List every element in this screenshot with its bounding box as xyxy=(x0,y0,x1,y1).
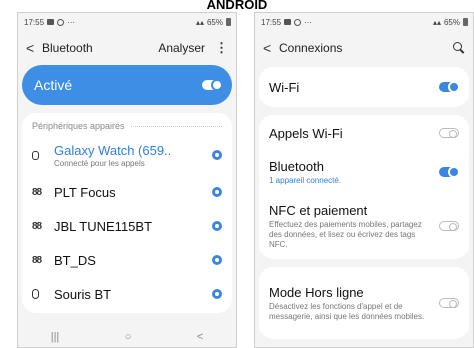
master-switch-label: Activé xyxy=(34,77,73,93)
device-row-plt-focus[interactable]: 88 PLT Focus xyxy=(22,175,232,209)
wifi-toggle[interactable] xyxy=(439,81,460,93)
earbuds-icon: 88 xyxy=(32,220,42,232)
search-icon[interactable] xyxy=(453,42,465,54)
battery-icon xyxy=(226,18,231,26)
more-notifications-icon: ··· xyxy=(304,17,313,27)
banner-title: ANDROID xyxy=(206,0,268,12)
battery-percent: 65% xyxy=(443,17,460,27)
section-header: Périphériques appairés xyxy=(22,113,232,135)
setting-description: Effectuez des paiements mobiles, partage… xyxy=(269,219,422,249)
app-bar: < Bluetooth Analyser ⋮ xyxy=(18,31,236,65)
setting-name: NFC et paiement xyxy=(269,202,368,218)
device-settings-gear-icon[interactable] xyxy=(212,221,222,231)
device-name: JBL TUNE115BT xyxy=(54,218,153,234)
setting-row-wifi[interactable]: Wi-Fi xyxy=(259,67,469,107)
section-label: Périphériques appairés xyxy=(32,121,125,131)
device-name: Galaxy Watch (659.. xyxy=(54,142,172,158)
device-settings-gear-icon[interactable] xyxy=(212,255,222,265)
device-row-bt-ds[interactable]: 88 BT_DS xyxy=(22,243,232,277)
connections-screen: 17:55 ··· ▴▴ 65% < Connexions Wi-Fi Appe… xyxy=(254,12,474,348)
watch-icon xyxy=(32,150,39,160)
setting-row-wifi-calling[interactable]: Appels Wi-Fi xyxy=(259,115,469,151)
divider xyxy=(130,125,222,127)
setting-name: Appels Wi-Fi xyxy=(269,125,343,141)
message-icon xyxy=(284,19,292,25)
device-name: BT_DS xyxy=(54,252,96,268)
scan-button[interactable]: Analyser xyxy=(158,41,205,55)
device-name: PLT Focus xyxy=(54,184,116,200)
status-time: 17:55 xyxy=(24,17,45,27)
page-title: Connexions xyxy=(279,41,343,55)
device-row-souris-bt[interactable]: Souris BT xyxy=(22,277,232,311)
message-icon xyxy=(47,19,55,25)
signal-icon: ▴▴ xyxy=(195,17,204,27)
sync-icon xyxy=(294,18,302,26)
device-status: Connecté pour les appels xyxy=(54,158,145,168)
battery-icon xyxy=(463,18,468,26)
status-time: 17:55 xyxy=(261,17,282,27)
connections-card-1: Wi-Fi xyxy=(259,67,469,107)
setting-row-airplane-mode[interactable]: Mode Hors ligne Désactivez les fonctions… xyxy=(259,267,469,339)
battery-percent: 65% xyxy=(206,17,223,27)
airplane-mode-toggle[interactable] xyxy=(439,298,459,308)
setting-name: Mode Hors ligne xyxy=(269,284,364,300)
earbuds-icon: 88 xyxy=(32,186,42,198)
status-bar: 17:55 ··· ▴▴ 65% xyxy=(18,13,236,31)
bluetooth-screen: 17:55 ··· ▴▴ 65% < Bluetooth Analyser ⋮ … xyxy=(17,12,237,348)
connections-card-3: Mode Hors ligne Désactivez les fonctions… xyxy=(259,267,469,339)
sync-icon xyxy=(57,18,65,26)
device-settings-gear-icon[interactable] xyxy=(212,150,222,160)
status-bar: 17:55 ··· ▴▴ 65% xyxy=(255,13,473,31)
wifi-calling-toggle[interactable] xyxy=(439,128,459,138)
app-bar: < Connexions xyxy=(255,31,473,65)
device-row-jbl[interactable]: 88 JBL TUNE115BT xyxy=(22,209,232,243)
recent-apps-icon[interactable]: ||| xyxy=(51,331,60,343)
device-settings-gear-icon[interactable] xyxy=(212,187,222,197)
device-name: Souris BT xyxy=(54,286,112,302)
connections-card-2: Appels Wi-Fi Bluetooth 1 appareil connec… xyxy=(259,115,469,259)
mouse-icon xyxy=(32,289,39,299)
setting-row-bluetooth[interactable]: Bluetooth 1 appareil connecté. xyxy=(259,151,469,193)
page-title: Bluetooth xyxy=(42,41,93,55)
signal-icon: ▴▴ xyxy=(432,17,441,27)
more-notifications-icon: ··· xyxy=(67,17,76,27)
bluetooth-toggle[interactable] xyxy=(439,166,460,178)
setting-name: Wi-Fi xyxy=(269,79,300,95)
device-row-galaxy-watch[interactable]: Galaxy Watch (659.. Connecté pour les ap… xyxy=(22,135,232,175)
home-icon[interactable]: ○ xyxy=(125,331,132,343)
setting-status: 1 appareil connecté. xyxy=(269,175,342,185)
more-options-icon[interactable]: ⋮ xyxy=(215,40,228,56)
bluetooth-toggle[interactable] xyxy=(202,79,223,91)
nfc-toggle[interactable] xyxy=(439,221,459,231)
bluetooth-master-switch[interactable]: Activé xyxy=(22,65,232,105)
setting-row-nfc[interactable]: NFC et paiement Effectuez des paiements … xyxy=(259,193,469,259)
setting-name: Bluetooth xyxy=(269,158,324,174)
device-settings-gear-icon[interactable] xyxy=(212,289,222,299)
setting-description: Désactivez les fonctions d'appel et de m… xyxy=(269,301,425,321)
paired-devices-card: Périphériques appairés Galaxy Watch (659… xyxy=(22,113,232,313)
back-icon[interactable]: < xyxy=(263,40,279,56)
navigation-bar: ||| ○ < xyxy=(18,327,236,347)
back-nav-icon[interactable]: < xyxy=(197,331,203,343)
back-icon[interactable]: < xyxy=(26,40,42,56)
earbuds-icon: 88 xyxy=(32,254,42,266)
